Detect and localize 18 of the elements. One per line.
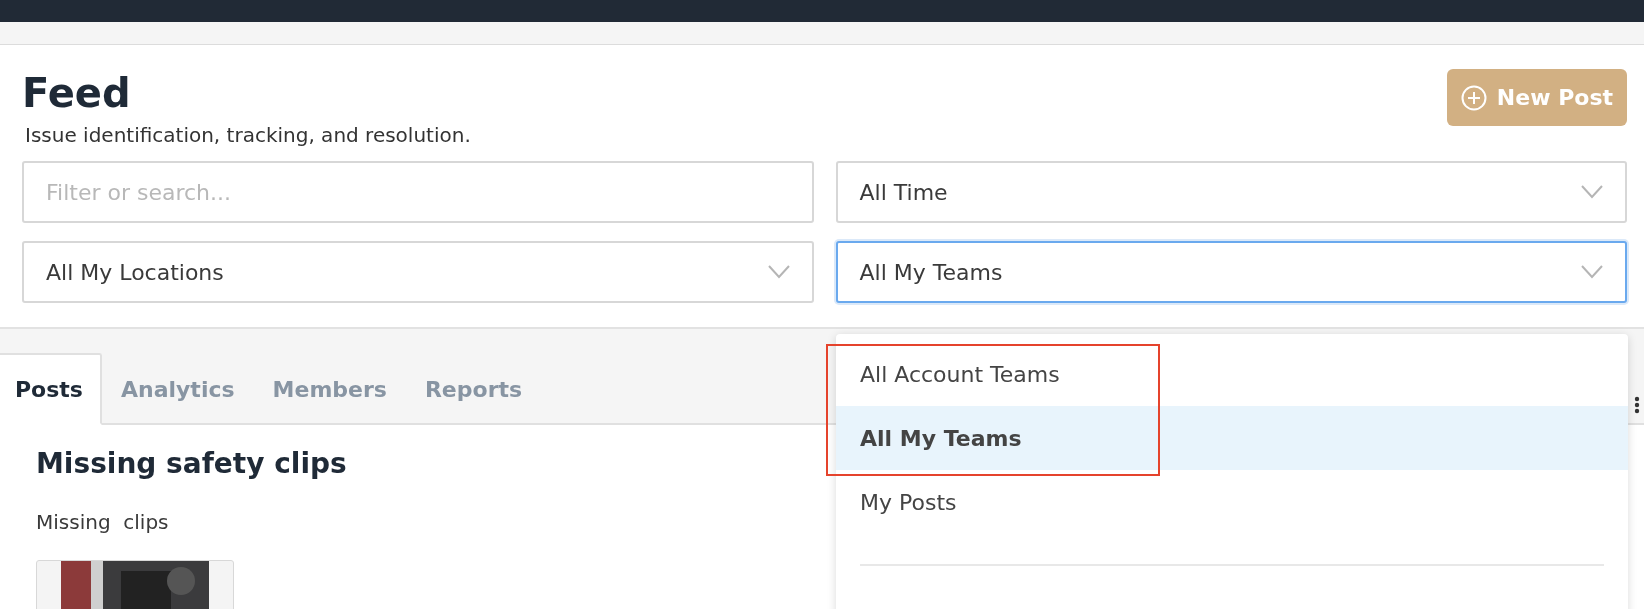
chevron-down-icon — [1581, 185, 1603, 199]
more-icon[interactable] — [1634, 396, 1640, 414]
select-field[interactable]: All Time — [835, 161, 1627, 223]
post-title: Missing safety clips — [36, 447, 348, 480]
plus-circle-icon — [1460, 84, 1487, 111]
dropdown-option[interactable]: All Account Teams — [836, 342, 1628, 406]
tab[interactable]: Posts — [0, 353, 102, 425]
search-field[interactable]: Filter or search... — [22, 161, 814, 223]
select-field[interactable]: All My Teams — [835, 241, 1627, 303]
page-subtitle: Issue identification, tracking, and resolution. — [25, 123, 471, 147]
dropdown-option[interactable]: My Posts — [836, 470, 1628, 534]
attachment-thumbnail[interactable] — [36, 560, 234, 609]
dropdown-option[interactable]: All My Teams — [836, 406, 1628, 470]
chevron-down-icon — [1581, 265, 1603, 279]
chevron-down-icon — [767, 265, 790, 279]
page-title: Feed — [22, 69, 132, 118]
post-body: Missing clips — [36, 510, 170, 534]
select-field[interactable]: All My Locations — [22, 241, 814, 303]
